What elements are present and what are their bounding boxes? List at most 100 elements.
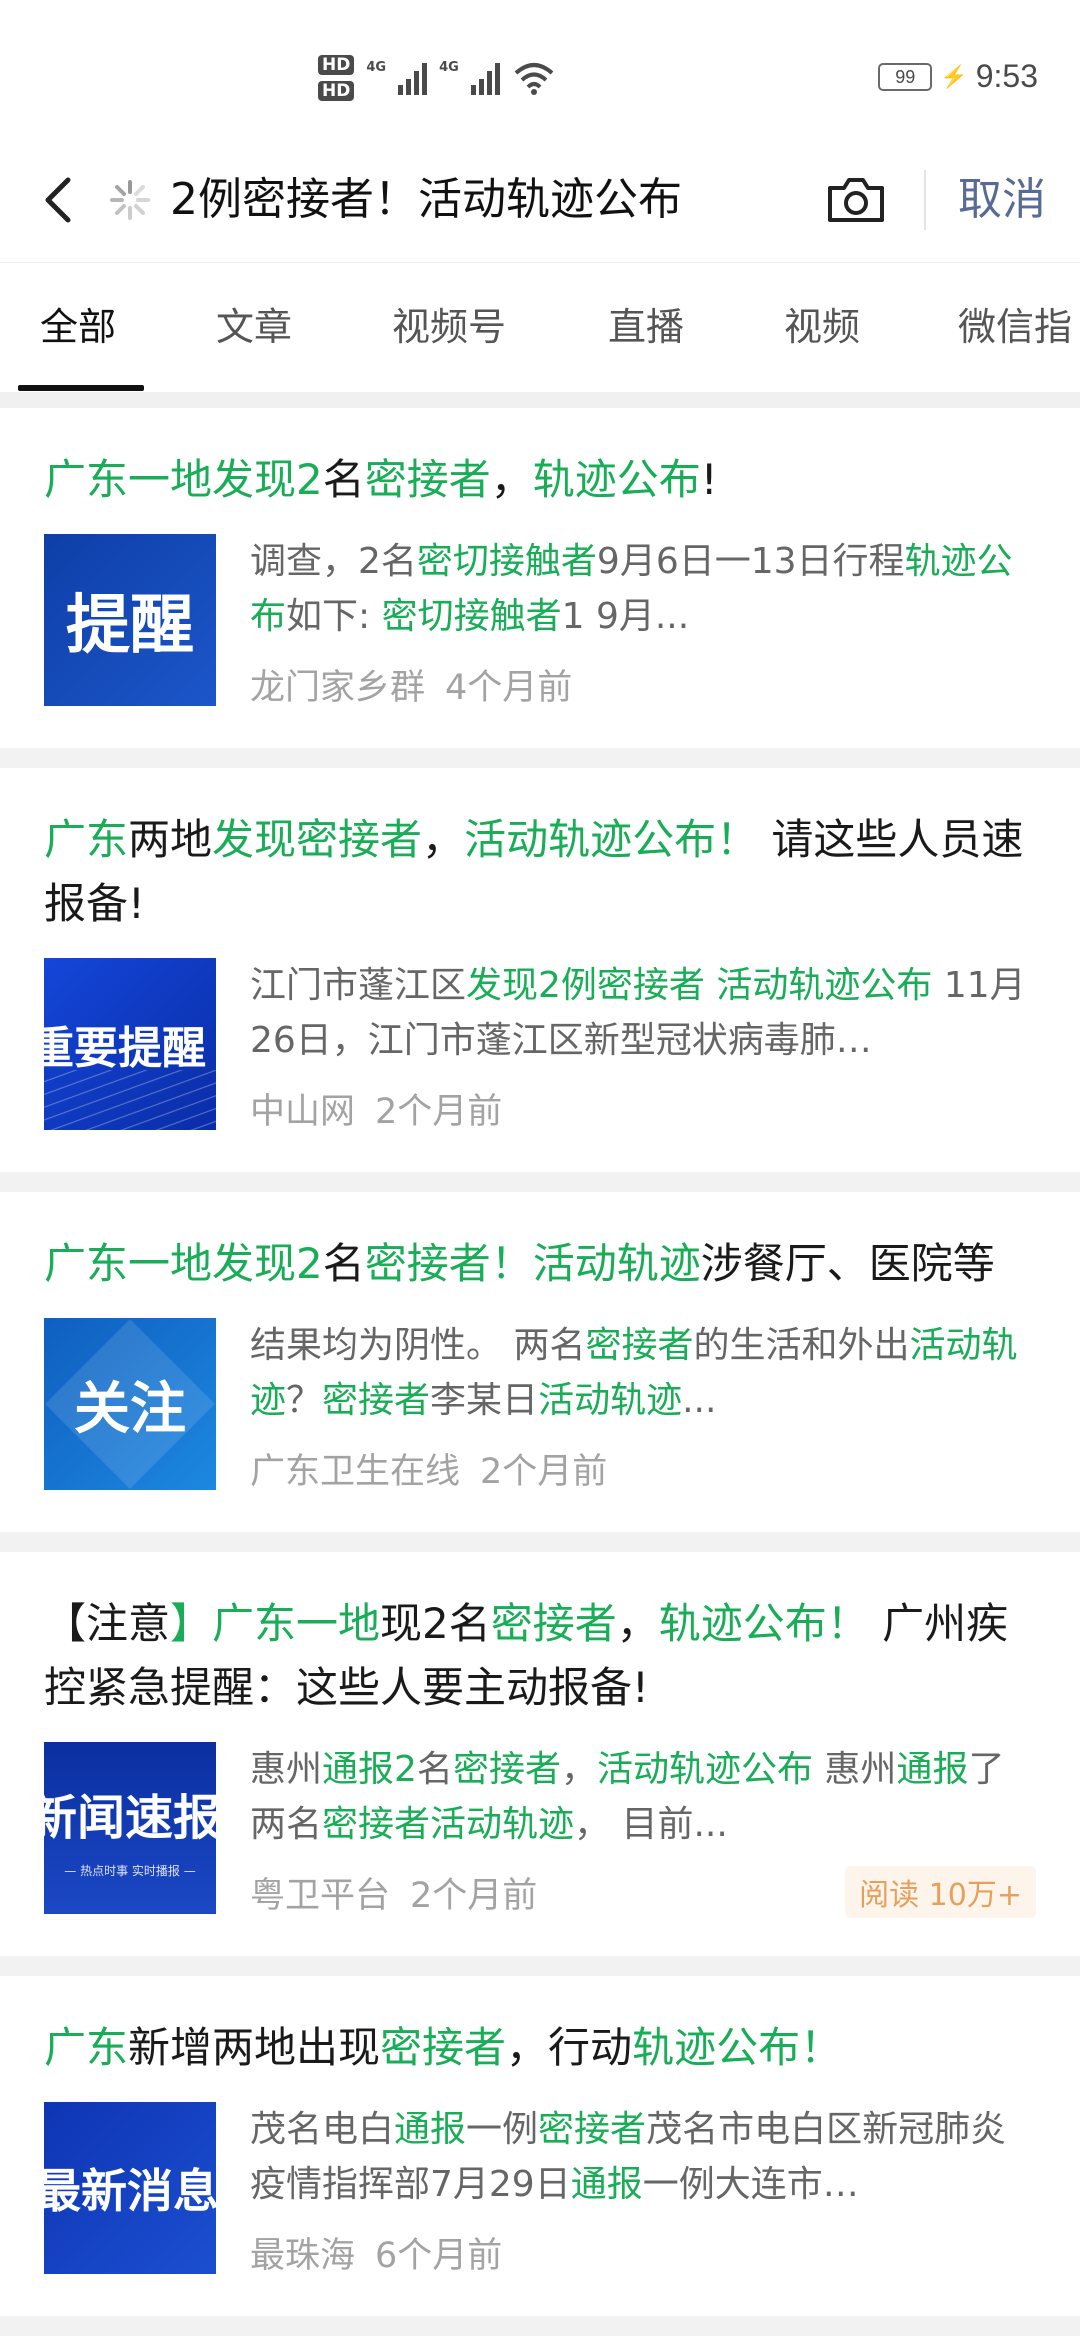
keyword-highlight: 发现密接者 xyxy=(212,815,423,864)
search-input[interactable]: 2例密接者！活动轨迹公布 xyxy=(170,166,682,234)
result-title[interactable]: 广东一地发现2名密接者！活动轨迹涉餐厅、医院等 xyxy=(44,1232,1036,1296)
text-segment: 一例 xyxy=(466,2109,539,2150)
result-card[interactable]: 广东两地发现密接者，活动轨迹公布！ 请这些人员速报备! 重要提醒 江门市蓬江区发… xyxy=(0,768,1080,1192)
keyword-highlight: 密接者 xyxy=(364,455,491,504)
result-footer: 最珠海 6个月前 xyxy=(250,2224,1036,2280)
keyword-highlight: 密切接触者 xyxy=(381,596,562,637)
source-name[interactable]: 广东卫生在线 xyxy=(250,1452,460,1492)
result-thumbnail: 最新消息 xyxy=(44,2102,216,2274)
text-segment: ， xyxy=(560,1749,597,1790)
text-segment: 惠州 xyxy=(812,1749,897,1790)
result-meta: 惠州通报2名密接者，活动轨迹公布 惠州通报了两名密接者活动轨迹， 目前... 粤… xyxy=(250,1742,1036,1920)
text-segment: ， xyxy=(616,1599,659,1648)
text-segment: ... xyxy=(682,1380,717,1421)
publish-time: 2个月前 xyxy=(410,1875,538,1916)
keyword-highlight: 通报2 xyxy=(322,1749,417,1790)
keyword-highlight: 通报 xyxy=(570,2164,643,2205)
keyword-highlight: 广东 xyxy=(44,815,129,864)
clock: 9:53 xyxy=(975,58,1038,94)
thumbnail-text: 关注 xyxy=(74,1376,186,1442)
keyword-highlight: 密接者 xyxy=(538,2109,647,2150)
result-title[interactable]: 广东新增两地出现密接者，行动轨迹公布！ xyxy=(44,2016,1036,2080)
thumbnail-subtext: — 热点时事 实时播报 — xyxy=(64,1863,196,1878)
hd-indicators: HD HD xyxy=(318,55,355,101)
result-meta: 结果均为阴性。 两名密接者的生活和外出活动轨迹？密接者李某日活动轨迹... 广东… xyxy=(250,1318,1036,1496)
thumbnail-decoration xyxy=(44,1070,216,1130)
keyword-highlight: 通报 xyxy=(896,1749,969,1790)
cancel-button[interactable]: 取消 xyxy=(958,166,1046,234)
result-snippet: 调查，2名密切接触者9月6日一13日行程轨迹公布如下: 密切接触者1 9月... xyxy=(250,534,1036,644)
charging-icon: ⚡ xyxy=(940,63,968,89)
network-type-1: 4G xyxy=(366,59,387,75)
result-snippet: 惠州通报2名密接者，活动轨迹公布 惠州通报了两名密接者活动轨迹， 目前... xyxy=(250,1742,1036,1852)
keyword-highlight: 广东 xyxy=(44,2023,129,2072)
text-segment: ，行动 xyxy=(506,2023,633,2072)
header-divider xyxy=(924,170,926,230)
publish-time: 2个月前 xyxy=(480,1451,608,1492)
tab-videos[interactable]: 视频 xyxy=(784,299,860,355)
search-header: 2例密接者！活动轨迹公布 取消 xyxy=(0,140,1080,260)
thumbnail-text: 新闻速报 xyxy=(44,1789,216,1846)
result-title[interactable]: 【注意】广东一地现2名密接者，轨迹公布！ 广州疾控紧急提醒：这些人要主动报备! xyxy=(44,1592,1036,1720)
category-tabs: 全部 文章 视频号 直播 视频 微信指 xyxy=(0,262,1080,392)
result-snippet: 茂名电白通报一例密接者茂名市电白区新冠肺炎疫情指挥部7月29日通报一例大连市… xyxy=(250,2102,1036,2212)
result-footer: 粤卫平台 2个月前 阅读 10万+ xyxy=(250,1864,1036,1920)
text-segment: ？ xyxy=(286,1380,323,1421)
result-title[interactable]: 广东两地发现密接者，活动轨迹公布！ 请这些人员速报备! xyxy=(44,808,1036,936)
loading-spinner-icon xyxy=(110,180,150,220)
thumbnail-text: 提醒 xyxy=(66,588,194,663)
battery-icon: 99 xyxy=(878,62,933,91)
result-title[interactable]: 广东一地发现2名密接者，轨迹公布! xyxy=(44,448,1036,512)
result-footer: 龙门家乡群 4个月前 xyxy=(250,656,1036,712)
active-tab-indicator xyxy=(18,385,144,391)
read-count-badge: 阅读 10万+ xyxy=(845,1866,1036,1918)
keyword-highlight: 通报 xyxy=(394,2109,467,2150)
text-segment: 惠州 xyxy=(250,1749,323,1790)
section-separator xyxy=(0,392,1080,408)
text-segment: ， xyxy=(422,815,465,864)
result-card[interactable]: 广东新增两地出现密接者，行动轨迹公布！ 最新消息 茂名电白通报一例密接者茂名市电… xyxy=(0,1976,1080,2336)
source-name[interactable]: 中山网 xyxy=(250,1092,355,1132)
keyword-highlight: 】广东一地 xyxy=(170,1599,381,1648)
text-segment: 如下: xyxy=(286,596,382,637)
result-body: 关注 结果均为阴性。 两名密接者的生活和外出活动轨迹？密接者李某日活动轨迹...… xyxy=(44,1318,1036,1496)
keyword-highlight: 密接者 xyxy=(380,2023,507,2072)
text-segment: 调查，2名 xyxy=(250,541,417,582)
text-segment: 的生活和外出 xyxy=(693,1325,910,1366)
back-arrow-icon[interactable] xyxy=(34,170,86,230)
result-card[interactable]: 【注意】广东一地现2名密接者，轨迹公布！ 广州疾控紧急提醒：这些人要主动报备! … xyxy=(0,1552,1080,1976)
keyword-highlight: 发现2例密接者 活动轨迹公布 xyxy=(466,965,933,1006)
source-name[interactable]: 最珠海 xyxy=(250,2236,355,2276)
result-thumbnail: 重要提醒 xyxy=(44,958,216,1130)
wifi-icon xyxy=(514,63,554,95)
result-thumbnail: 提醒 xyxy=(44,534,216,706)
tab-channels[interactable]: 视频号 xyxy=(392,299,506,355)
result-footer: 广东卫生在线 2个月前 xyxy=(250,1440,1036,1496)
result-source: 广东卫生在线 2个月前 xyxy=(250,1443,607,1494)
network-type-2: 4G xyxy=(439,59,459,75)
result-card[interactable]: 广东一地发现2名密接者！活动轨迹涉餐厅、医院等 关注 结果均为阴性。 两名密接者… xyxy=(0,1192,1080,1552)
text-segment: 名 xyxy=(322,455,365,504)
result-meta: 江门市蓬江区发现2例密接者 活动轨迹公布 11月26日，江门市蓬江区新型冠状病毒… xyxy=(250,958,1036,1136)
tab-live[interactable]: 直播 xyxy=(608,299,684,355)
source-name[interactable]: 粤卫平台 xyxy=(250,1876,390,1916)
tab-all[interactable]: 全部 xyxy=(40,299,116,355)
text-segment: 江门市蓬江区 xyxy=(250,965,467,1006)
keyword-highlight: 轨迹公布！ xyxy=(658,1599,869,1648)
text-segment: 新增两地出现 xyxy=(128,2023,381,2072)
camera-icon[interactable] xyxy=(824,170,888,230)
tab-articles[interactable]: 文章 xyxy=(216,299,292,355)
publish-time: 4个月前 xyxy=(445,667,573,708)
text-segment: 李某日 xyxy=(430,1380,539,1421)
tab-wechat-index[interactable]: 微信指 xyxy=(958,299,1072,355)
result-body: 提醒 调查，2名密切接触者9月6日一13日行程轨迹公布如下: 密切接触者1 9月… xyxy=(44,534,1036,712)
keyword-highlight: 活动轨迹 xyxy=(538,1380,683,1421)
text-segment: 两地 xyxy=(128,815,213,864)
hd-badge-1: HD xyxy=(318,55,355,75)
result-body: 新闻速报 — 热点时事 实时播报 — 惠州通报2名密接者，活动轨迹公布 惠州通报… xyxy=(44,1742,1036,1920)
result-snippet: 江门市蓬江区发现2例密接者 活动轨迹公布 11月26日，江门市蓬江区新型冠状病毒… xyxy=(250,958,1036,1068)
source-name[interactable]: 龙门家乡群 xyxy=(250,668,425,708)
result-card[interactable]: 广东一地发现2名密接者，轨迹公布! 提醒 调查，2名密切接触者9月6日一13日行… xyxy=(0,408,1080,768)
thumbnail-text: 重要提醒 xyxy=(44,1023,206,1074)
keyword-highlight: 活动轨迹公布 xyxy=(596,1749,813,1790)
